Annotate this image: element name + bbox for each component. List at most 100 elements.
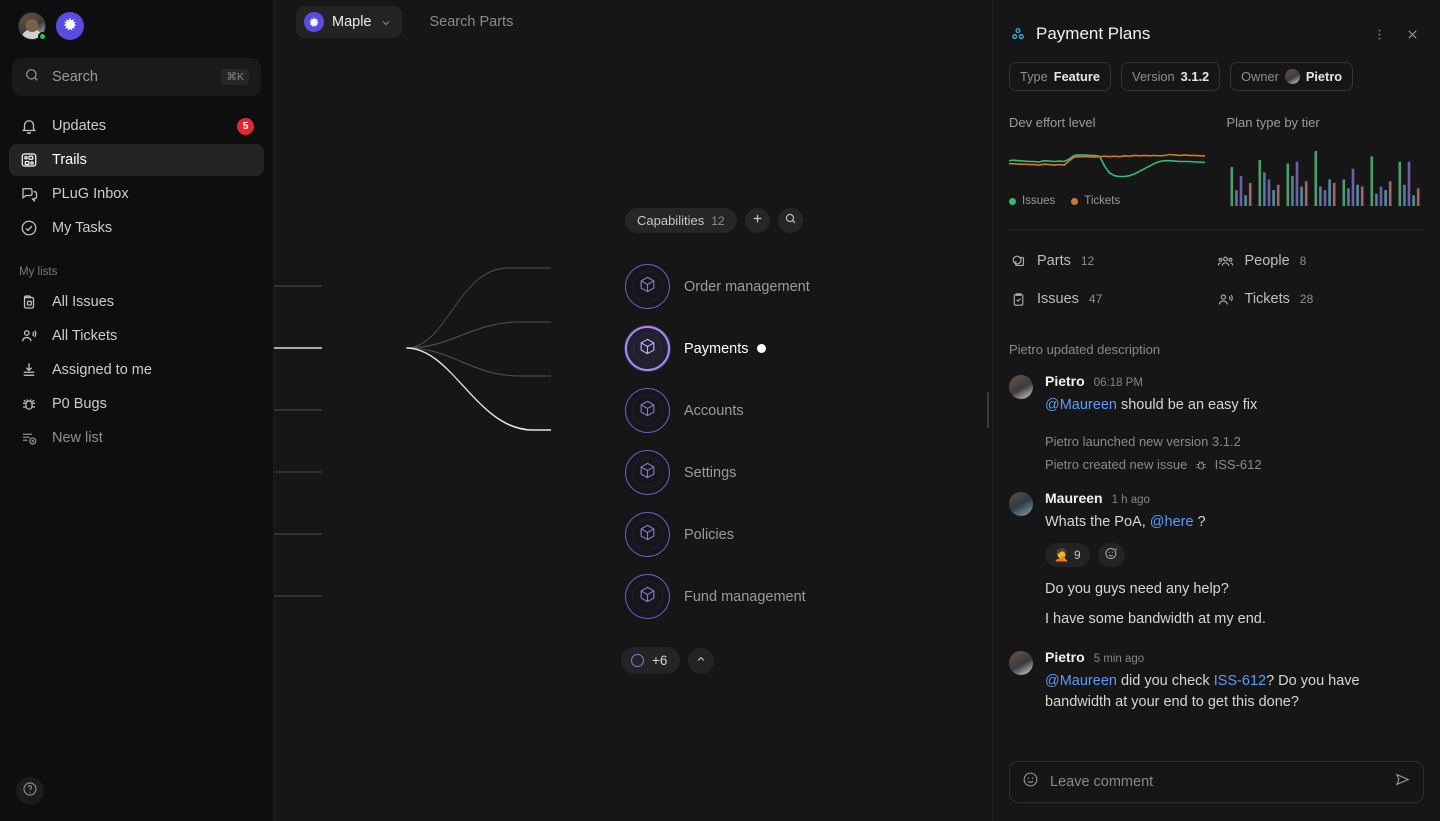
stat-value: 8 xyxy=(1299,254,1307,268)
more-count-label: +6 xyxy=(652,653,668,668)
sidebar-item-assigned-to-me[interactable]: Assigned to me xyxy=(9,354,264,386)
my-lists-heading: My lists xyxy=(19,266,58,278)
chart-title: Dev effort level xyxy=(1009,115,1096,130)
reaction-emoji: 🤦 xyxy=(1054,548,1069,563)
stat-value: 47 xyxy=(1088,292,1103,306)
mention-link[interactable]: @Maureen xyxy=(1045,397,1117,413)
comment-author: Maureen xyxy=(1045,490,1103,507)
emoji-icon[interactable] xyxy=(1022,771,1039,793)
collapse-capabilities-button[interactable] xyxy=(688,647,715,674)
sidebar-item-p0-bugs[interactable]: P0 Bugs xyxy=(9,388,264,420)
search-input[interactable]: Search ⌘K xyxy=(12,58,261,96)
node-label: Fund management xyxy=(684,588,806,605)
capabilities-header: Capabilities 12 xyxy=(625,208,803,233)
capability-node-payments[interactable]: Payments xyxy=(625,326,748,371)
chip-version[interactable]: Version 3.1.2 xyxy=(1120,62,1221,91)
more-vertical-icon[interactable] xyxy=(1367,22,1391,46)
workspace-badge[interactable] xyxy=(56,12,84,40)
sidebar-nav: Updates 5 Trails PLuG Inbox My Tasks xyxy=(0,110,273,244)
comment-text-post: ? xyxy=(1193,514,1206,531)
ticket-person-icon xyxy=(19,327,38,346)
send-icon[interactable] xyxy=(1394,771,1411,793)
mention-link[interactable]: @Maureen xyxy=(1045,673,1117,689)
stat-parts[interactable]: Parts 12 xyxy=(1009,252,1217,270)
graph-canvas: Maple Search Parts Capabilities 12 Order… xyxy=(274,0,992,821)
comment-text: should be an easy fix xyxy=(1116,397,1258,413)
chip-owner[interactable]: Owner Pietro xyxy=(1230,62,1354,91)
chip-key: Owner xyxy=(1241,69,1279,84)
meta-chips: Type Feature Version 3.1.2 Owner Pietro xyxy=(1009,62,1424,91)
comment-pietro-1: Pietro 06:18 PM @Maureen should be an ea… xyxy=(1009,373,1424,416)
divider xyxy=(1009,229,1424,230)
capability-node-fund-management[interactable]: Fund management xyxy=(625,574,806,619)
plus-icon xyxy=(751,212,764,230)
chip-key: Type xyxy=(1020,69,1048,84)
chip-type[interactable]: Type Feature xyxy=(1009,62,1111,91)
legend-swatch xyxy=(1009,197,1016,205)
sidebar-item-all-tickets[interactable]: All Tickets xyxy=(9,320,264,352)
sidebar-item-plug-inbox[interactable]: PLuG Inbox xyxy=(9,178,264,210)
stat-tickets[interactable]: Tickets 28 xyxy=(1217,290,1425,308)
add-capability-button[interactable] xyxy=(744,208,770,233)
sidebar-item-new-list[interactable]: New list xyxy=(9,422,264,454)
system-event-version: Pietro launched new version 3.1.2 xyxy=(1045,434,1241,450)
sidebar-item-label: All Issues xyxy=(52,294,115,310)
legend-tickets: Tickets xyxy=(1071,195,1120,207)
bug-icon xyxy=(1194,458,1208,472)
panel-splitter[interactable] xyxy=(984,0,992,821)
comment-maureen-msg2: Do you guys need any help? xyxy=(1045,581,1229,598)
legend-label: Tickets xyxy=(1084,195,1121,207)
system-event-text: Pietro created new issue xyxy=(1045,457,1188,473)
help-button[interactable] xyxy=(16,777,44,805)
reaction-count: 9 xyxy=(1073,548,1081,563)
capability-node-accounts[interactable]: Accounts xyxy=(625,388,744,433)
sidebar-item-my-tasks[interactable]: My Tasks xyxy=(9,212,264,244)
node-label: Policies xyxy=(684,526,734,543)
search-placeholder: Search xyxy=(52,69,98,85)
add-reaction-button[interactable] xyxy=(1097,543,1125,568)
sidebar-item-trails[interactable]: Trails xyxy=(9,144,264,176)
close-icon[interactable] xyxy=(1400,22,1424,46)
avatar[interactable] xyxy=(18,12,47,41)
system-event-issue: Pietro created new issue ISS-612 xyxy=(1045,457,1424,472)
clipboard-icon xyxy=(19,293,38,312)
reaction-chip[interactable]: 🤦 9 xyxy=(1045,543,1090,568)
mention-link[interactable]: @here xyxy=(1150,514,1194,530)
bell-icon xyxy=(19,117,38,136)
reactions: 🤦 9 xyxy=(1045,543,1424,568)
stat-label: Parts xyxy=(1037,253,1071,269)
issue-id[interactable]: ISS-612 xyxy=(1215,457,1262,472)
comment-input[interactable]: Leave comment xyxy=(1050,774,1383,790)
search-icon xyxy=(24,67,40,88)
capability-node-order-management[interactable]: Order management xyxy=(625,264,810,309)
capability-node-settings[interactable]: Settings xyxy=(625,450,736,495)
avatar xyxy=(1009,492,1033,517)
issue-link[interactable]: ISS-612 xyxy=(1214,673,1266,689)
panel-header: Payment Plans xyxy=(1009,0,1424,46)
stat-people[interactable]: People 8 xyxy=(1217,252,1425,270)
sidebar-item-label: Assigned to me xyxy=(52,362,152,378)
chat-icon xyxy=(19,185,38,204)
stat-label: Issues xyxy=(1037,291,1079,307)
sidebar-header xyxy=(0,0,273,41)
tickets-icon xyxy=(1217,290,1235,308)
graph-area: Capabilities 12 Order management Payment… xyxy=(274,0,992,821)
node-label: Order management xyxy=(684,278,810,295)
comment-composer[interactable]: Leave comment xyxy=(1009,761,1424,803)
search-shortcut: ⌘K xyxy=(221,69,249,85)
maple-leaf-icon xyxy=(62,16,78,37)
capability-node-policies[interactable]: Policies xyxy=(625,512,734,557)
sidebar-item-updates[interactable]: Updates 5 xyxy=(9,110,264,142)
capabilities-pill[interactable]: Capabilities 12 xyxy=(625,208,737,233)
avatar xyxy=(1009,651,1033,676)
stat-issues[interactable]: Issues 47 xyxy=(1009,290,1217,308)
chart-title: Plan type by tier xyxy=(1226,115,1320,130)
search-capabilities-button[interactable] xyxy=(777,208,803,233)
issues-icon xyxy=(1009,290,1027,308)
charts-row: Dev effort level Issues Tickets Plan typ… xyxy=(1009,115,1424,207)
chart-legend: Issues Tickets xyxy=(1009,195,1207,207)
feature-icon xyxy=(1009,25,1027,43)
sidebar-item-all-issues[interactable]: All Issues xyxy=(9,286,264,318)
show-more-capabilities[interactable]: +6 xyxy=(621,647,681,674)
bug-icon xyxy=(19,395,38,414)
